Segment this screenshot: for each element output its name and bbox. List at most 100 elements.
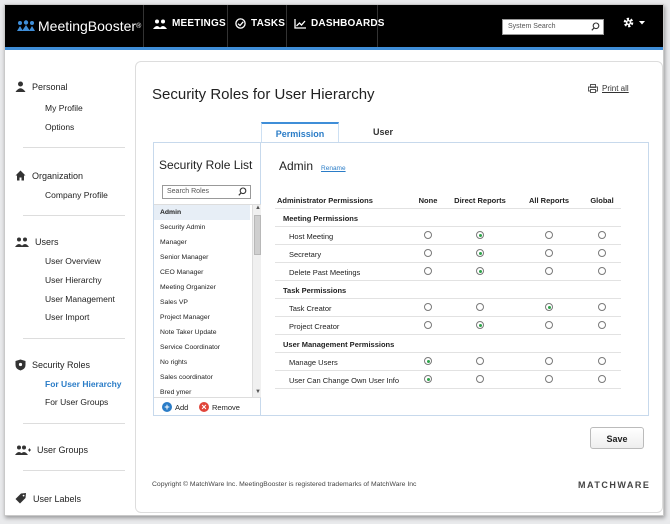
sidebar-item-options[interactable]: Options bbox=[45, 122, 74, 132]
permission-radio[interactable] bbox=[424, 249, 432, 257]
sidebar-section-organization[interactable]: Organization bbox=[15, 170, 83, 181]
sidebar-item-user-hierarchy[interactable]: User Hierarchy bbox=[45, 275, 102, 285]
sidebar-section-user-groups[interactable]: User Groups bbox=[15, 445, 88, 455]
sidebar-section-users[interactable]: Users bbox=[15, 237, 59, 247]
sidebar-divider bbox=[23, 470, 125, 471]
settings-menu[interactable] bbox=[622, 16, 646, 29]
nav-tasks[interactable]: TASKS bbox=[235, 18, 285, 29]
nav-divider bbox=[143, 5, 144, 47]
home-icon bbox=[15, 170, 26, 181]
app-logo[interactable]: MeetingBooster ® bbox=[17, 18, 141, 34]
permission-row: Host Meeting bbox=[275, 227, 621, 245]
role-item[interactable]: Bred ymer bbox=[154, 385, 250, 397]
role-item[interactable]: Sales coordinator bbox=[154, 370, 250, 385]
permission-radio[interactable] bbox=[545, 321, 553, 329]
nav-divider bbox=[377, 5, 378, 47]
sidebar-item-user-overview[interactable]: User Overview bbox=[45, 256, 101, 266]
permission-radio[interactable] bbox=[476, 267, 484, 275]
permission-radio[interactable] bbox=[598, 249, 606, 257]
permission-radio[interactable] bbox=[598, 357, 606, 365]
permission-radio[interactable] bbox=[598, 303, 606, 311]
permission-radio[interactable] bbox=[424, 267, 432, 275]
system-search-input[interactable]: System Search bbox=[502, 19, 604, 35]
footer-copyright: Copyright © MatchWare Inc. MeetingBooste… bbox=[152, 481, 417, 488]
role-item[interactable]: Meeting Organizer bbox=[154, 280, 250, 295]
permission-radio[interactable] bbox=[598, 375, 606, 383]
role-item[interactable]: Note Taker Update bbox=[154, 325, 250, 340]
permissions-column-header: Direct Reports bbox=[454, 196, 506, 205]
sidebar-item-user-management[interactable]: User Management bbox=[45, 294, 115, 304]
app-window: MeetingBooster ® MEETINGS TASKS DASHBOARD… bbox=[4, 4, 664, 516]
tab-permission[interactable]: Permission bbox=[261, 122, 339, 143]
sidebar-item-for-user-groups[interactable]: For User Groups bbox=[45, 397, 108, 407]
tasks-icon bbox=[235, 18, 246, 29]
role-item[interactable]: Project Manager bbox=[154, 310, 250, 325]
role-item[interactable]: Service Coordinator bbox=[154, 340, 250, 355]
print-all-link[interactable]: Print all bbox=[588, 84, 629, 93]
permission-radio[interactable] bbox=[545, 267, 553, 275]
permission-radio[interactable] bbox=[545, 375, 553, 383]
role-list-footer: + Add × Remove bbox=[154, 397, 262, 416]
role-item[interactable]: CEO Manager bbox=[154, 265, 250, 280]
role-item[interactable]: Manager bbox=[154, 235, 250, 250]
permission-radio[interactable] bbox=[476, 303, 484, 311]
sidebar-section-label: Personal bbox=[32, 81, 68, 92]
add-role-label: Add bbox=[175, 402, 189, 412]
label-icon bbox=[15, 493, 26, 504]
permission-radio[interactable] bbox=[545, 249, 553, 257]
nav-meetings[interactable]: MEETINGS bbox=[153, 18, 226, 29]
top-navigation-bar: MeetingBooster ® MEETINGS TASKS DASHBOARD… bbox=[5, 5, 663, 50]
rename-link[interactable]: Rename bbox=[321, 165, 346, 172]
sidebar-item-company-profile[interactable]: Company Profile bbox=[45, 190, 108, 200]
matchware-logo: MATCHWARE bbox=[578, 480, 651, 490]
system-search-placeholder: System Search bbox=[508, 23, 556, 30]
permission-label: Host Meeting bbox=[289, 232, 334, 241]
permission-radio[interactable] bbox=[476, 249, 484, 257]
sidebar-section-security-roles[interactable]: Security Roles bbox=[15, 359, 90, 371]
permission-radio[interactable] bbox=[545, 357, 553, 365]
permission-radio[interactable] bbox=[598, 267, 606, 275]
role-item[interactable]: No rights bbox=[154, 355, 250, 370]
permission-radio[interactable] bbox=[476, 321, 484, 329]
role-item-admin[interactable]: Admin bbox=[154, 205, 250, 220]
shield-icon bbox=[15, 359, 26, 371]
permission-radio[interactable] bbox=[545, 231, 553, 239]
permission-radio[interactable] bbox=[476, 231, 484, 239]
search-icon[interactable] bbox=[591, 22, 600, 33]
search-icon[interactable] bbox=[238, 187, 247, 198]
permission-radio[interactable] bbox=[424, 303, 432, 311]
remove-icon: × bbox=[199, 402, 209, 412]
permission-radio[interactable] bbox=[598, 321, 606, 329]
nav-dashboards[interactable]: DASHBOARDS bbox=[294, 18, 385, 29]
sidebar-divider bbox=[23, 338, 125, 339]
sidebar-item-for-user-hierarchy[interactable]: For User Hierarchy bbox=[45, 379, 122, 389]
permissions-header-row: Administrator Permissions None Direct Repo… bbox=[275, 191, 621, 209]
sidebar-item-user-import[interactable]: User Import bbox=[45, 312, 89, 322]
role-item[interactable]: Sales VP bbox=[154, 295, 250, 310]
permission-radio[interactable] bbox=[424, 321, 432, 329]
sidebar-divider bbox=[23, 423, 125, 424]
permission-radio[interactable] bbox=[545, 303, 553, 311]
add-role-button[interactable]: + Add bbox=[162, 402, 188, 412]
sidebar-section-user-labels[interactable]: User Labels bbox=[15, 493, 81, 504]
permission-group-label: Task Permissions bbox=[283, 286, 347, 295]
role-item[interactable]: Senior Manager bbox=[154, 250, 250, 265]
permission-radio[interactable] bbox=[424, 231, 432, 239]
permission-radio[interactable] bbox=[476, 375, 484, 383]
scrollbar-thumb[interactable] bbox=[254, 215, 261, 255]
role-item[interactable]: Security Admin bbox=[154, 220, 250, 235]
remove-role-button[interactable]: × Remove bbox=[199, 402, 240, 412]
permission-radio[interactable] bbox=[598, 231, 606, 239]
permission-radio[interactable] bbox=[476, 357, 484, 365]
permission-radio[interactable] bbox=[424, 357, 432, 365]
tab-user[interactable]: User bbox=[351, 122, 415, 143]
sidebar-section-personal[interactable]: Personal bbox=[15, 81, 68, 92]
logo-text: MeetingBooster bbox=[38, 18, 137, 34]
permission-panel: Admin Rename Administrator Permissions No… bbox=[261, 142, 649, 416]
users-icon bbox=[15, 237, 29, 247]
meetings-icon bbox=[153, 19, 167, 29]
sidebar-item-my-profile[interactable]: My Profile bbox=[45, 103, 83, 113]
permission-radio[interactable] bbox=[424, 375, 432, 383]
save-button[interactable]: Save bbox=[590, 427, 644, 449]
role-search-input[interactable]: Search Roles bbox=[162, 185, 251, 199]
